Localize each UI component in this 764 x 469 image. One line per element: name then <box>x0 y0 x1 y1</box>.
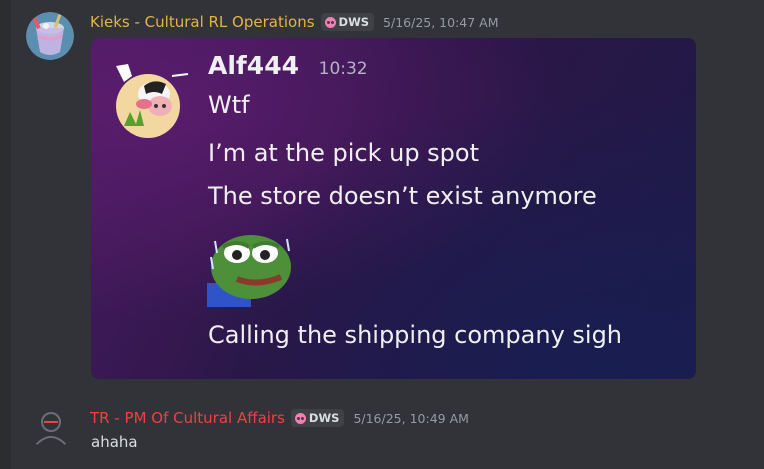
embed-line-3: The store doesn’t exist anymore <box>208 182 597 210</box>
skull-icon <box>294 412 306 424</box>
screenshot-embed[interactable]: Alf444 10:32 Wtf I’m at the pick up spot… <box>91 38 696 379</box>
message-header: Kieks - Cultural RL Operations DWS 5/16/… <box>90 13 499 31</box>
username[interactable]: Kieks - Cultural RL Operations <box>90 13 315 31</box>
default-avatar-icon <box>34 412 68 447</box>
server-tag-label: DWS <box>338 15 370 29</box>
username[interactable]: TR - PM Of Cultural Affairs <box>90 409 285 427</box>
avatar-tr[interactable] <box>30 408 72 450</box>
embed-line-4: Calling the shipping company sigh <box>208 321 623 349</box>
skull-icon <box>324 16 336 28</box>
avatar-kieks[interactable] <box>26 12 74 60</box>
embed-line-2: I’m at the pick up spot <box>208 139 480 167</box>
embed-author: Alf444 <box>208 51 299 80</box>
pepe-sweat-emoji <box>207 227 297 307</box>
embed-header: Alf444 10:32 <box>208 51 368 80</box>
server-tag-label: DWS <box>308 411 340 425</box>
timestamp[interactable]: 5/16/25, 10:49 AM <box>353 411 468 426</box>
cow-avatar-icon <box>116 64 189 138</box>
bucket-avatar-icon <box>26 12 74 60</box>
embed-time: 10:32 <box>318 59 368 79</box>
server-tag[interactable]: DWS <box>320 13 375 31</box>
channel-gutter <box>0 0 11 469</box>
timestamp[interactable]: 5/16/25, 10:47 AM <box>383 15 498 30</box>
message-header: TR - PM Of Cultural Affairs DWS 5/16/25,… <box>90 409 469 427</box>
message-text: ahaha <box>91 433 138 451</box>
server-tag[interactable]: DWS <box>290 409 345 427</box>
embed-line-1: Wtf <box>208 91 250 119</box>
avatar-alf444 <box>110 60 189 138</box>
